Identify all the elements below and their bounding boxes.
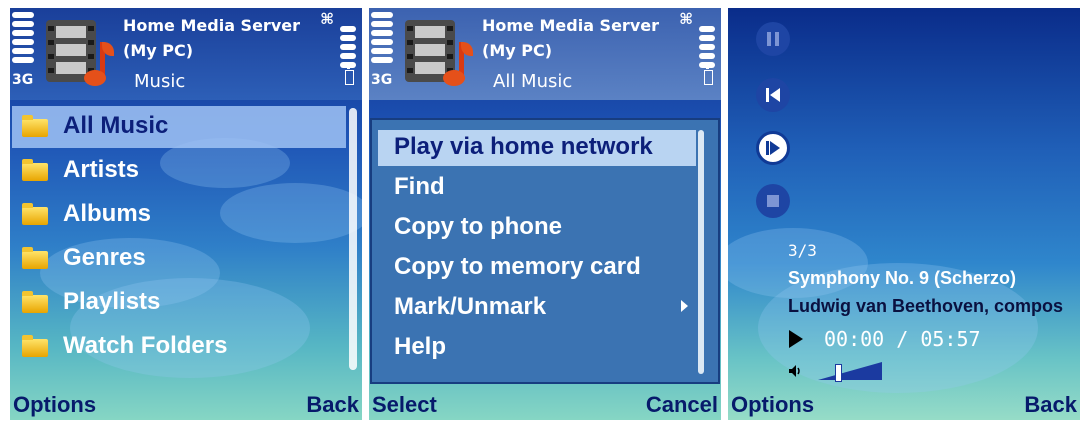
pause-button[interactable] (756, 22, 790, 56)
list-item-artists[interactable]: Artists (12, 150, 346, 192)
app-title-device: (My PC) (123, 41, 194, 60)
menu-item-label: Find (394, 173, 445, 200)
battery-icon (345, 67, 354, 85)
app-title-device: (My PC) (482, 41, 553, 60)
list-item-all-music[interactable]: All Music (12, 106, 346, 148)
back-softkey[interactable]: Back (306, 392, 359, 418)
media-app-icon (46, 16, 114, 90)
list-item-label: Playlists (63, 288, 161, 315)
list-item-label: Artists (63, 156, 140, 183)
menu-item-copy-to-phone[interactable]: Copy to phone (378, 210, 696, 246)
folder-icon (22, 159, 48, 181)
options-softkey[interactable]: Options (731, 392, 814, 418)
list-item-label: Watch Folders (63, 332, 228, 359)
folder-icon (22, 203, 48, 225)
network-type-label: 3G (371, 72, 393, 88)
app-title: Home Media Server (123, 16, 300, 35)
network-type-label: 3G (12, 72, 34, 88)
volume-knob[interactable] (835, 364, 842, 382)
menu-item-help[interactable]: Help (378, 330, 696, 366)
previous-icon (766, 88, 780, 102)
stop-button[interactable] (756, 184, 790, 218)
menu-item-label: Mark/Unmark (394, 293, 547, 320)
list-item-albums[interactable]: Albums (12, 194, 346, 236)
list-item-genres[interactable]: Genres (12, 238, 346, 280)
signal-strength-icon (12, 12, 34, 66)
artist-name: Ludwig van Beethoven, compos (788, 296, 1064, 316)
scrollbar-thumb[interactable] (349, 108, 357, 370)
signal-strength-icon (371, 12, 393, 66)
menu-item-label: Copy to phone (394, 213, 562, 240)
folder-icon (22, 335, 48, 357)
media-app-icon (405, 16, 473, 90)
speaker-icon (789, 365, 800, 377)
song-title: Symphony No. 9 (Scherzo) (788, 268, 1017, 288)
menu-item-label: Play via home network (394, 133, 653, 160)
status-header: 3G Home Media Server (My PC) Music ⌘ (10, 8, 362, 100)
phone-screen-player: 3/3 Symphony No. 9 (Scherzo) Ludwig van … (728, 8, 1080, 420)
next-icon (766, 141, 780, 155)
folder-icon (22, 115, 48, 137)
page-title: All Music (493, 71, 573, 92)
list-item-label: Albums (63, 200, 152, 227)
battery-level-icon (340, 26, 356, 71)
battery-level-icon (699, 26, 715, 71)
folder-icon (22, 291, 48, 313)
cancel-softkey[interactable]: Cancel (646, 392, 718, 418)
menu-item-mark-unmark[interactable]: Mark/Unmark (378, 290, 696, 326)
menu-item-play-via-home-network[interactable]: Play via home network (378, 130, 696, 166)
volume-ramp (818, 362, 882, 380)
list-item-playlists[interactable]: Playlists (12, 282, 346, 324)
phone-screen-options-menu: 3G Home Media Server (My PC) All Music ⌘… (369, 8, 721, 420)
menu-item-label: Help (394, 333, 447, 360)
menu-item-copy-to-memory-card[interactable]: Copy to memory card (378, 250, 696, 286)
list-item-label: Genres (63, 244, 146, 271)
battery-icon (704, 67, 713, 85)
stop-icon (767, 195, 779, 207)
previous-button[interactable] (756, 78, 790, 112)
phone-screen-music-list: 3G Home Media Server (My PC) Music ⌘ All… (10, 8, 362, 420)
app-title: Home Media Server (482, 16, 659, 35)
list-item-watch-folders[interactable]: Watch Folders (12, 326, 346, 368)
submenu-arrow-icon (681, 300, 688, 312)
playback-time: 00:00 / 05:57 (824, 327, 981, 351)
bluetooth-icon: ⌘ (679, 10, 693, 28)
list-item-label: All Music (63, 112, 169, 139)
menu-scrollbar[interactable] (698, 130, 704, 374)
pause-icon (767, 32, 779, 46)
bluetooth-icon: ⌘ (320, 10, 334, 28)
scrollbar[interactable] (349, 108, 357, 370)
next-button[interactable] (756, 131, 790, 165)
options-softkey[interactable]: Options (13, 392, 96, 418)
back-softkey[interactable]: Back (1024, 392, 1077, 418)
options-menu: Play via home network Find Copy to phone… (370, 118, 720, 384)
play-state-icon (789, 330, 803, 348)
menu-item-label: Copy to memory card (394, 253, 641, 280)
status-header: 3G Home Media Server (My PC) All Music ⌘ (369, 8, 721, 100)
select-softkey[interactable]: Select (372, 392, 437, 418)
menu-item-find[interactable]: Find (378, 170, 696, 206)
track-counter: 3/3 (788, 241, 817, 260)
folder-icon (22, 247, 48, 269)
page-title: Music (134, 71, 186, 92)
volume-slider[interactable] (818, 362, 882, 382)
